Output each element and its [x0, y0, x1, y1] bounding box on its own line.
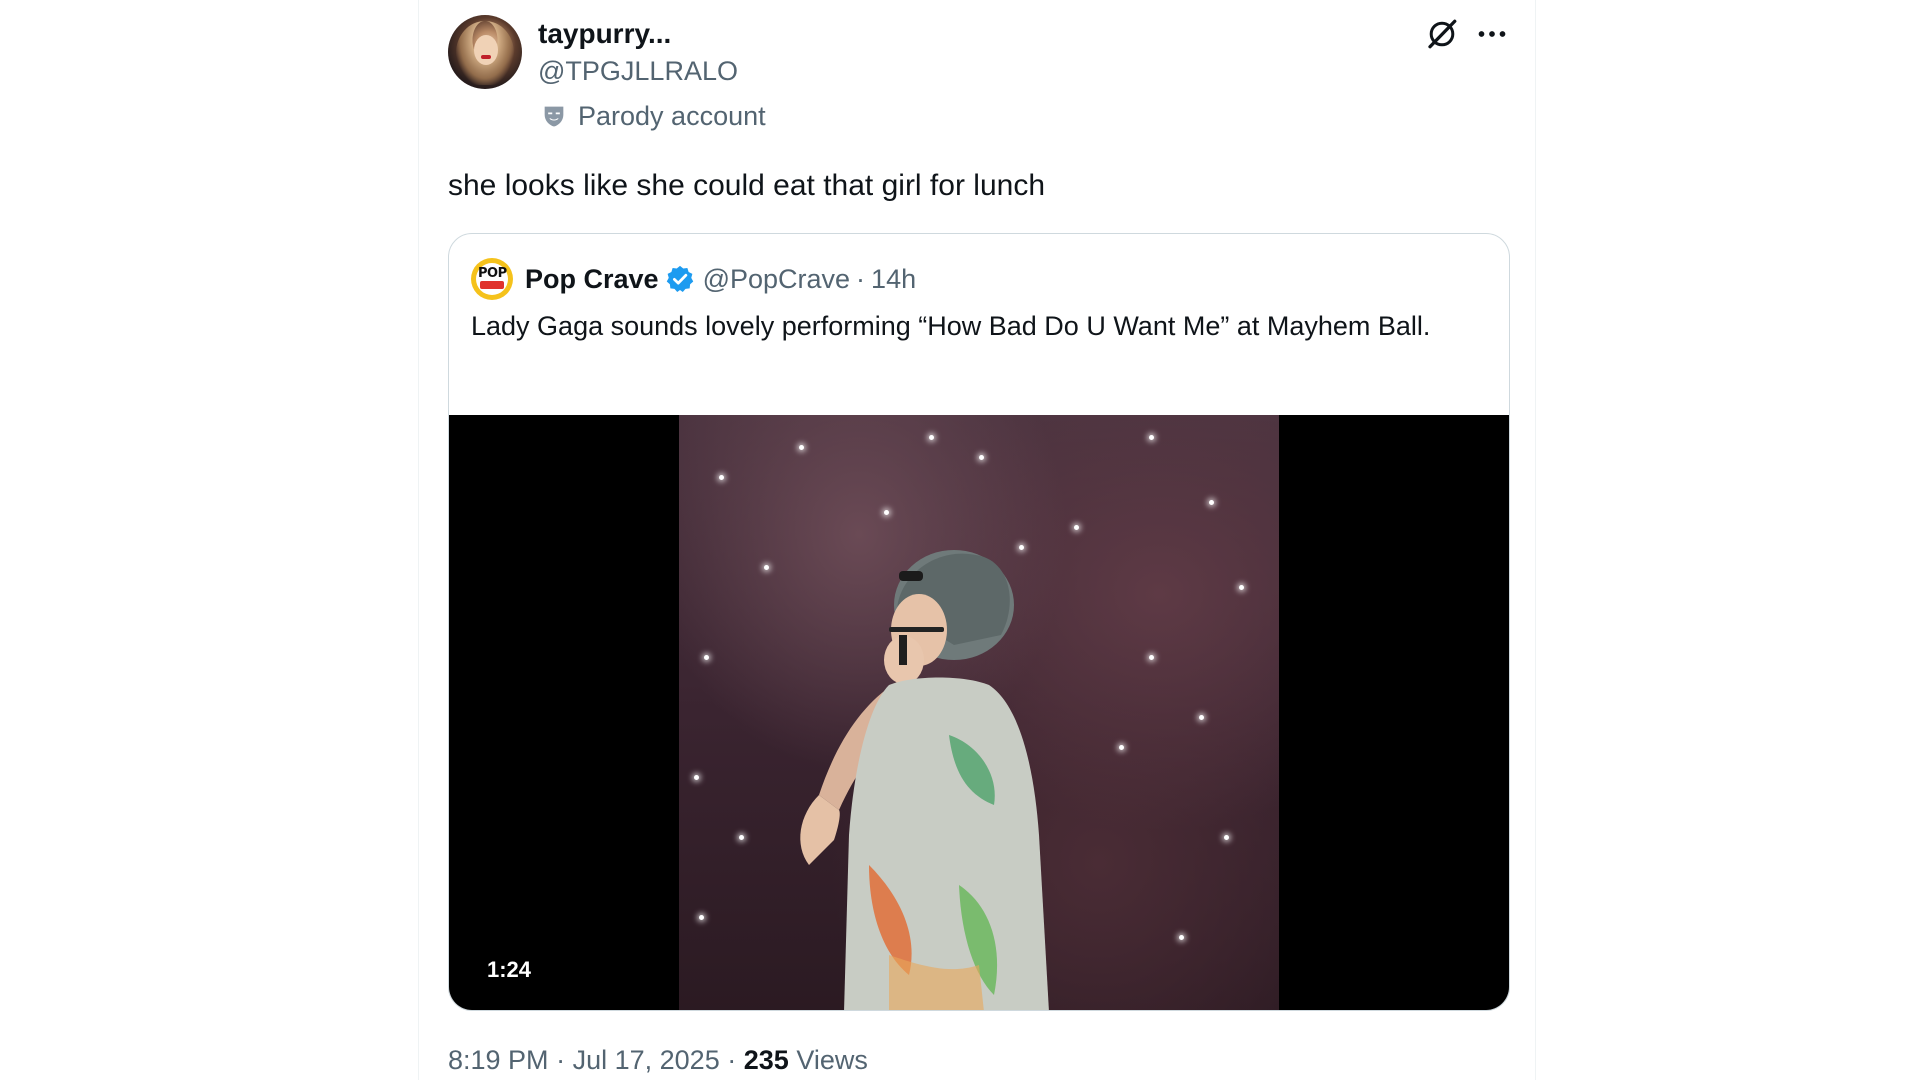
video-frame: [679, 415, 1279, 1010]
crowd-light: [1199, 715, 1204, 720]
parody-mask-icon: [544, 106, 564, 127]
tweet-text: she looks like she could eat that girl f…: [448, 169, 1045, 202]
crowd-light: [704, 655, 709, 660]
crowd-light: [1074, 525, 1079, 530]
crowd-light: [884, 510, 889, 515]
meta-separator: ·: [727, 1045, 737, 1075]
crowd-light: [1119, 745, 1124, 750]
verified-badge-icon: [666, 265, 693, 292]
quoted-timestamp[interactable]: 14h: [871, 264, 916, 295]
crowd-light: [1149, 435, 1154, 440]
crowd-light: [1149, 655, 1154, 660]
crowd-light: [1239, 585, 1244, 590]
quoted-author-name[interactable]: Pop Crave: [525, 264, 659, 295]
author-display-name[interactable]: taypurry...: [538, 16, 671, 52]
tweet-date[interactable]: Jul 17, 2025: [573, 1045, 720, 1075]
quoted-avatar-logo-bar: [480, 281, 504, 289]
parody-label: Parody account: [540, 99, 766, 133]
crowd-light: [694, 775, 699, 780]
quoted-avatar-logo-text: POP: [478, 266, 507, 281]
crowd-light: [719, 475, 724, 480]
crowd-light: [1209, 500, 1214, 505]
avatar-lips: [481, 55, 491, 59]
quoted-tweet[interactable]: POP Pop Crave @PopCrave · 14h Lady Gaga …: [448, 233, 1510, 1011]
quoted-separator: ·: [856, 263, 866, 294]
views-count: 235: [743, 1045, 789, 1075]
tweet-time[interactable]: 8:19 PM: [448, 1045, 549, 1075]
crowd-light: [979, 455, 984, 460]
crowd-light: [699, 915, 704, 920]
tweet-metadata: 8:19 PM · Jul 17, 2025 · 235 Views: [448, 1042, 868, 1078]
crowd-light: [739, 835, 744, 840]
author-avatar[interactable]: [448, 15, 522, 89]
performer-figure: [800, 550, 1049, 1010]
avatar-face: [474, 35, 498, 65]
quoted-author-handle[interactable]: @PopCrave: [703, 264, 850, 295]
video-duration: 1:24: [487, 957, 532, 982]
views-label: Views: [796, 1045, 868, 1075]
grok-icon[interactable]: [1424, 16, 1460, 52]
crowd-light: [1179, 935, 1184, 940]
meta-separator: ·: [556, 1045, 566, 1075]
parody-label-text: Parody account: [578, 100, 766, 131]
quoted-tweet-header: POP Pop Crave @PopCrave · 14h: [471, 258, 916, 300]
video-player[interactable]: 1:24: [449, 415, 1509, 1010]
crowd-light: [799, 445, 804, 450]
crowd-light: [929, 435, 934, 440]
crowd-light: [1224, 835, 1229, 840]
quoted-author-avatar[interactable]: POP: [471, 258, 513, 300]
more-icon[interactable]: [1474, 16, 1510, 52]
author-handle[interactable]: @TPGJLLRALO: [538, 54, 738, 88]
quoted-tweet-text: Lady Gaga sounds lovely performing “How …: [471, 311, 1431, 341]
